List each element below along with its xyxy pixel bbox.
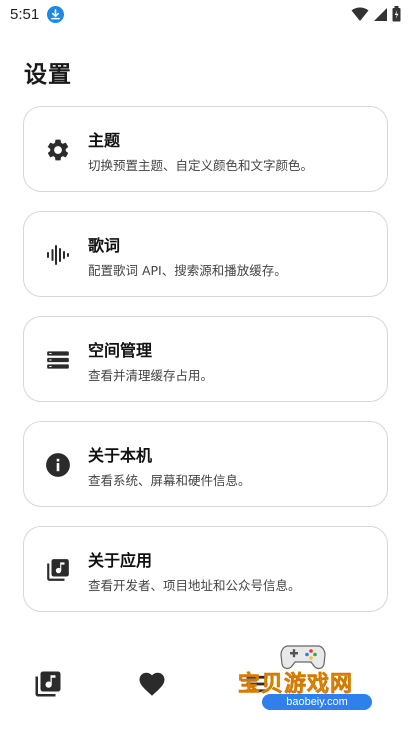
settings-card-title: 关于应用 — [88, 551, 153, 570]
settings-card-subtitle: 查看开发者、项目地址和公众号信息。 — [88, 578, 301, 593]
heart-icon — [139, 672, 165, 696]
wifi-icon — [351, 7, 369, 21]
settings-card-subtitle: 查看并清理缓存占用。 — [88, 368, 214, 383]
settings-card-theme[interactable]: 主题 切换预置主题、自定义颜色和文字颜色。 — [23, 106, 388, 192]
status-time: 5:51 — [10, 5, 40, 23]
settings-card-title: 主题 — [88, 131, 121, 150]
settings-card-storage[interactable]: 空间管理 查看并清理缓存占用。 — [23, 316, 388, 402]
settings-card-about-device[interactable]: 关于本机 查看系统、屏幕和硬件信息。 — [23, 421, 388, 507]
settings-card-subtitle: 配置歌词 API、搜索源和播放缓存。 — [88, 263, 287, 278]
status-bar: 5:51 — [0, 0, 411, 28]
settings-card-about-app[interactable]: 关于应用 查看开发者、项目地址和公众号信息。 — [23, 526, 388, 612]
settings-card-title: 关于本机 — [88, 446, 153, 465]
page-title: 设置 — [24, 62, 72, 88]
download-icon — [47, 5, 65, 23]
settings-card-title: 空间管理 — [88, 341, 153, 360]
watermark: 宝贝游戏网 baobeiy.com — [232, 636, 382, 726]
nav-library-button[interactable] — [31, 667, 65, 701]
settings-card-subtitle: 切换预置主题、自定义颜色和文字颜色。 — [88, 158, 314, 173]
battery-charging-icon — [392, 6, 401, 22]
waveform-icon — [45, 242, 71, 268]
music-library-icon — [45, 557, 71, 583]
settings-card-subtitle: 查看系统、屏幕和硬件信息。 — [88, 473, 251, 488]
signal-icon — [374, 7, 387, 21]
settings-card-title: 歌词 — [88, 236, 121, 255]
watermark-url: baobeiy.com — [262, 694, 372, 710]
settings-card-lyrics[interactable]: 歌词 配置歌词 API、搜索源和播放缓存。 — [23, 211, 388, 297]
storage-icon — [45, 347, 71, 373]
info-icon — [45, 452, 71, 478]
music-library-icon — [35, 671, 61, 697]
nav-favorites-button[interactable] — [135, 667, 169, 701]
gear-icon — [45, 137, 71, 163]
